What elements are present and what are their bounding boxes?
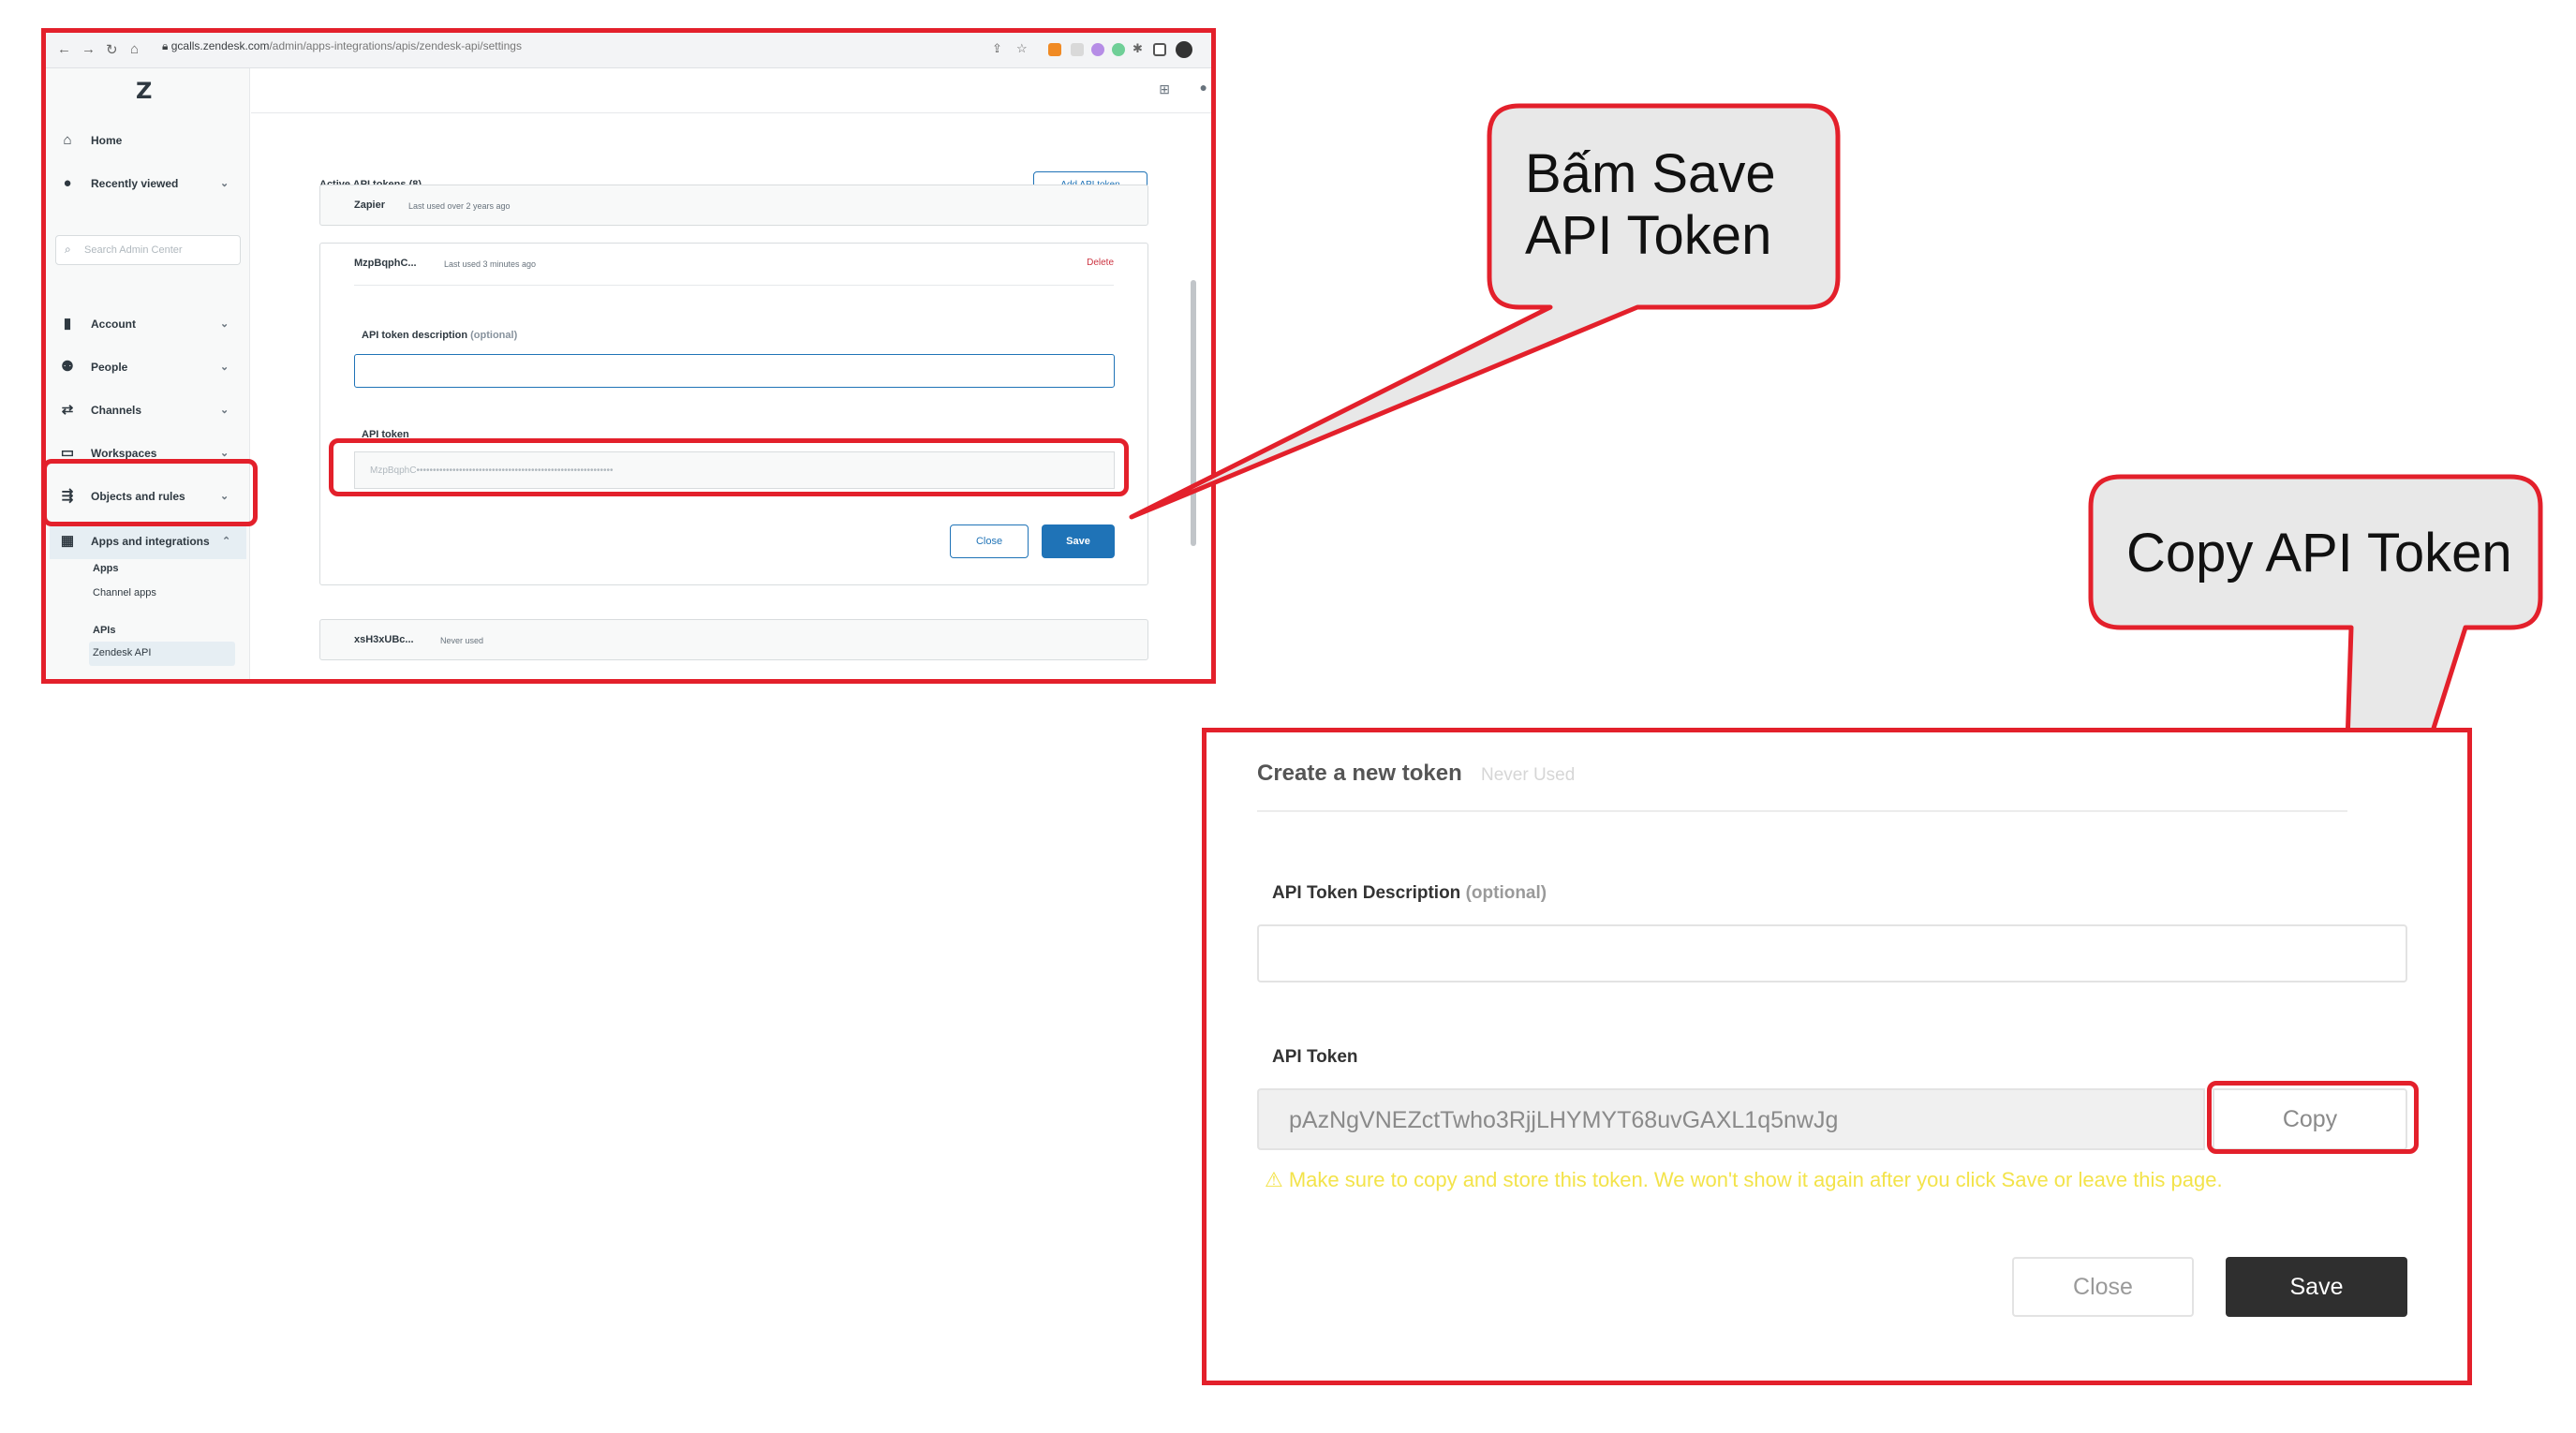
divider (1257, 810, 2347, 812)
callout-save-line2: API Token (1525, 205, 1772, 266)
api-token-label: API Token (1272, 1047, 1358, 1067)
highlight-copy-button (2207, 1081, 2419, 1154)
description-input[interactable] (1257, 924, 2407, 982)
callout-copy-text: Copy API Token (2126, 523, 2512, 584)
description-label-text: API Token Description (1272, 883, 1461, 903)
copy-warning: ⚠ Make sure to copy and store this token… (1265, 1168, 2223, 1191)
token-status: Never Used (1481, 765, 1576, 785)
create-token-zoom: Create a new token Never Used API Token … (1202, 728, 2472, 1385)
close-button[interactable]: Close (2012, 1257, 2194, 1317)
callout-save-line1: Bấm Save (1525, 143, 1776, 204)
create-token-title: Create a new token (1257, 761, 1462, 786)
api-token-field[interactable]: pAzNgVNEZctTwho3RjjLHYMYT68uvGAXL1q5nwJg (1257, 1088, 2205, 1150)
optional-tag: (optional) (1465, 883, 1547, 903)
description-label: API Token Description (optional) (1272, 883, 1547, 904)
save-button[interactable]: Save (2226, 1257, 2407, 1317)
